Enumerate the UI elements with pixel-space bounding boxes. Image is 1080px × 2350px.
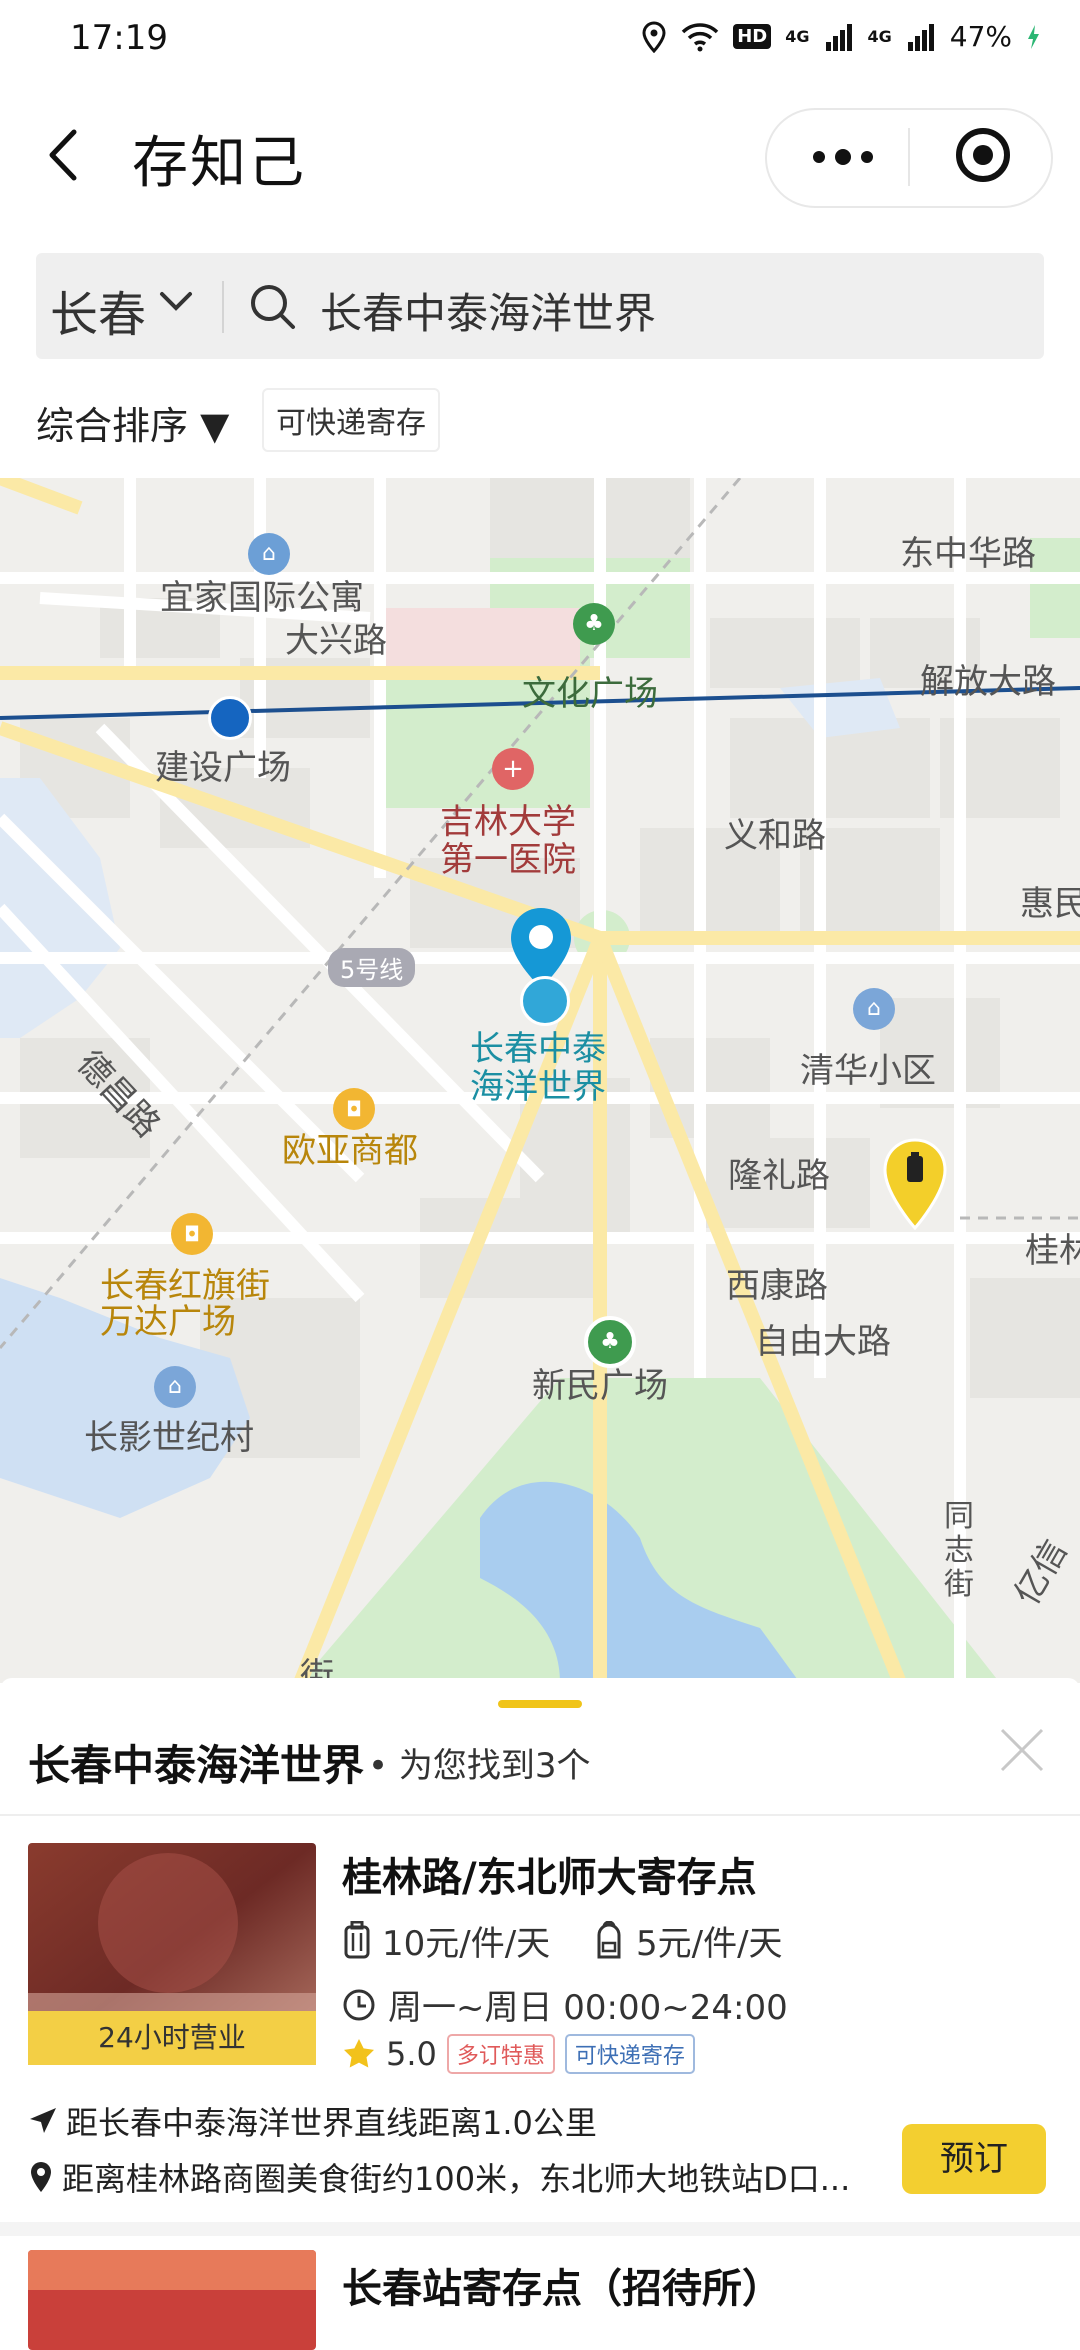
map-label-yihe: 义和路 (724, 816, 826, 856)
search-divider (222, 281, 224, 333)
battery-percent: 47% (949, 20, 1012, 53)
small-price-text: 5元/件/天 (636, 1924, 783, 1964)
suitcase-icon (344, 1920, 370, 1958)
store-photo-2[interactable] (28, 2250, 316, 2350)
map-label-longli: 隆礼路 (728, 1156, 830, 1196)
map-label-tongzhi: 同 志 街 (944, 1499, 974, 1602)
charging-icon (1028, 24, 1039, 49)
storage-point-marker[interactable] (882, 1138, 948, 1232)
residential-icon: ⌂ (853, 988, 895, 1030)
open-hours-badge: 24小时营业 (28, 2011, 316, 2065)
discount-tag: 多订特惠 (446, 2034, 555, 2074)
status-icons: HD 4G 4G 47% (641, 20, 1040, 53)
close-mini-program-icon[interactable] (954, 126, 1012, 184)
hospital-icon: + (492, 748, 534, 790)
map-label-daxing: 大兴路 (285, 621, 387, 661)
clock-icon (343, 1989, 375, 2020)
signal-label-2: 4G (867, 27, 892, 46)
map-label-changying: 长影世纪村 (84, 1418, 254, 1458)
large-luggage-price: 10元/件/天 (342, 1916, 550, 1965)
signal-icon-2 (907, 23, 934, 51)
hd-badge: HD (733, 24, 772, 49)
mall-icon-2: ◘ (171, 1213, 213, 1255)
park-icon: ♣ (573, 603, 615, 645)
list-separator (0, 2222, 1080, 2236)
metro-station-icon (208, 696, 252, 740)
map-label-guilin: 桂林 (1025, 1231, 1080, 1271)
close-icon[interactable] (998, 1726, 1046, 1774)
map-label-ouya: 欧亚商都 (282, 1131, 418, 1171)
results-count: • 为您找到3个 (368, 1746, 591, 1786)
star-icon (344, 2039, 374, 2068)
search-icon (251, 285, 295, 329)
store-name-2[interactable]: 长春站寄存点（招待所） (342, 2256, 782, 2314)
small-luggage-price: 5元/件/天 (592, 1916, 783, 1965)
address-row: 距离桂林路商圈美食街约100米，东北师大地铁站D口... (28, 2154, 850, 2200)
chevron-down-icon[interactable] (158, 290, 194, 314)
aquarium-icon (520, 976, 570, 1026)
map-label-qinghua: 清华小区 (800, 1051, 936, 1091)
store-name[interactable]: 桂林路/东北师大寄存点 (342, 1845, 757, 1903)
map-label-hui: 惠民 (1020, 884, 1080, 924)
map-label-dongzhonghua: 东中华路 (900, 534, 1036, 574)
map-label-jianshe: 建设广场 (155, 748, 291, 788)
sheet-drag-handle[interactable] (498, 1700, 582, 1708)
map-label-xikang: 西康路 (726, 1266, 828, 1306)
signal-label-1: 4G (785, 27, 810, 46)
hotel-icon: ⌂ (248, 533, 290, 575)
express-tag: 可快递寄存 (564, 2034, 695, 2074)
book-button[interactable]: 预订 (902, 2124, 1046, 2194)
capsule-divider (908, 128, 910, 186)
location-icon (642, 20, 666, 53)
community-icon: ⌂ (154, 1366, 196, 1408)
status-time: 17:19 (70, 18, 168, 58)
distance-row: 距长春中泰海洋世界直线距离1.0公里 (28, 2098, 597, 2144)
map-label-ziyou: 自由大路 (755, 1322, 891, 1362)
map-label-wanda: 长春红旗街 万达广场 (100, 1266, 270, 1342)
city-selector[interactable]: 长春 (50, 275, 146, 345)
map-label-hostel: 宜家国际公寓 (160, 578, 364, 618)
results-title: 长春中泰海洋世界 (28, 1741, 365, 1790)
navigation-arrow-icon (30, 2108, 56, 2133)
wifi-icon (681, 22, 719, 51)
more-button[interactable] (798, 130, 888, 184)
map-label-jiefang: 解放大路 (920, 662, 1056, 702)
location-icon (31, 2162, 51, 2192)
map-label-hospital: 吉林大学 第一医院 (440, 802, 576, 880)
large-price-text: 10元/件/天 (382, 1924, 551, 1964)
hours-text: 周一~周日 00:00~24:00 (388, 1988, 788, 2028)
back-icon[interactable] (40, 120, 90, 190)
rating-row: 5.0 多订特惠 可快递寄存 (342, 2034, 695, 2074)
metro-line-5-badge: 5号线 (328, 948, 416, 987)
sheet-divider (0, 1814, 1080, 1816)
sort-dropdown[interactable]: 综合排序 ▼ (36, 395, 229, 450)
map-view[interactable]: ⌂ 宜家国际公寓 大兴路 ♣ 文化广场 东中华路 解放大路 建设广场 + 吉林大… (0, 478, 1080, 1683)
distance-text: 距长春中泰海洋世界直线距离1.0公里 (66, 2104, 597, 2142)
map-label-xinmin: 新民广场 (532, 1366, 668, 1406)
backpack-icon (597, 1920, 621, 1958)
address-text: 距离桂林路商圈美食街约100米，东北师大地铁站D口... (62, 2160, 851, 2198)
signal-icon-1 (825, 23, 852, 51)
express-storage-filter[interactable]: 可快递寄存 (262, 388, 440, 452)
search-input[interactable]: 长春中泰海洋世界 (320, 280, 656, 341)
map-label-wenhua: 文化广场 (522, 674, 658, 714)
status-bar: 17:19 HD 4G 4G 47% (0, 0, 1080, 80)
rating-value: 5.0 (386, 2035, 437, 2073)
business-hours: 周一~周日 00:00~24:00 (342, 1980, 788, 2029)
map-label-target: 长春中泰 海洋世界 (470, 1029, 606, 1107)
page-title: 存知己 (132, 131, 306, 196)
